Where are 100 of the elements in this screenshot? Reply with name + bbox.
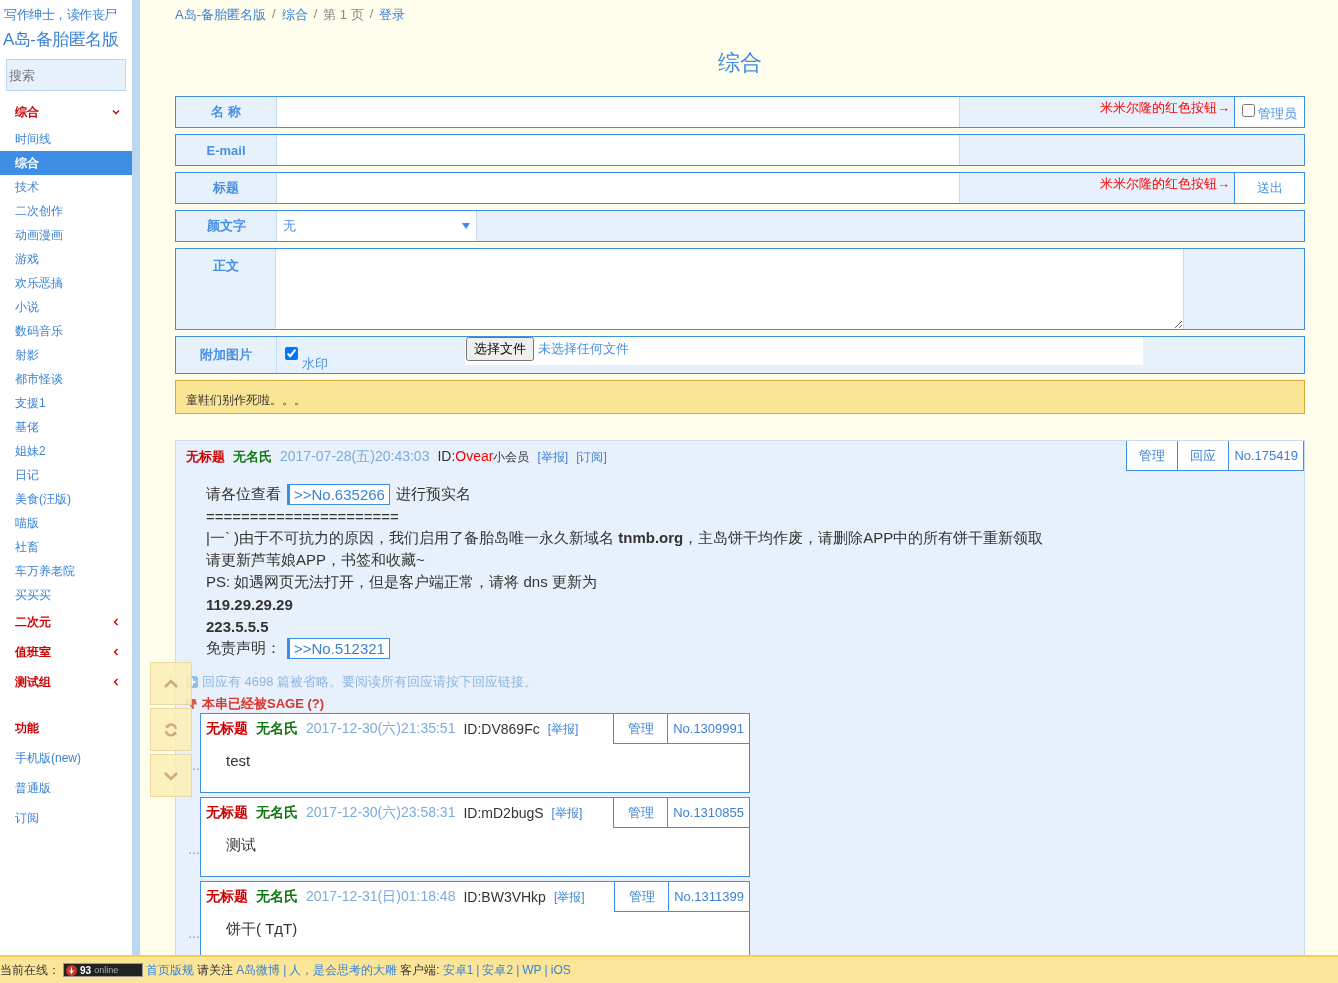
online-label: 当前在线：: [0, 961, 60, 979]
breadcrumb-link[interactable]: 登录: [379, 6, 406, 26]
notice-bar: 童鞋们别作死啦。。。: [175, 380, 1305, 414]
sidebar-item[interactable]: 姐妹2: [0, 439, 132, 463]
sidebar-item[interactable]: 美食(汪版): [0, 487, 132, 511]
sidebar-item[interactable]: 买买买: [0, 583, 132, 607]
sidebar-item[interactable]: 订阅: [0, 803, 132, 833]
post-text: ======================: [206, 507, 399, 525]
quote-link[interactable]: >>No.635266: [287, 483, 390, 505]
sidebar-item[interactable]: 普通版: [0, 773, 132, 803]
post-author: 无名氏: [256, 804, 298, 822]
breadcrumb-separator: /: [313, 6, 318, 23]
post-action-button[interactable]: 回应: [1177, 441, 1230, 471]
checkbox-label: 管理员: [1258, 105, 1297, 123]
watermark-checkbox[interactable]: [285, 347, 298, 360]
sidebar-item[interactable]: 动画漫画: [0, 223, 132, 247]
footer-link[interactable]: |: [516, 963, 520, 977]
post-link[interactable]: [举报]: [537, 448, 569, 466]
send-button[interactable]: 送出: [1234, 173, 1304, 203]
post-id: ID:mD2bugS: [463, 805, 544, 821]
footer-link[interactable]: 首页版规: [146, 961, 195, 979]
refresh-button[interactable]: [150, 708, 192, 751]
post-link[interactable]: [订阅]: [576, 448, 607, 466]
quote-link[interactable]: >>No.512321: [287, 637, 390, 659]
sidebar-item[interactable]: 日记: [0, 463, 132, 487]
scroll-down-button[interactable]: [150, 754, 192, 797]
sidebar-item[interactable]: 综合: [0, 151, 132, 175]
sidebar-item[interactable]: 手机版(new): [0, 743, 132, 773]
footer-link[interactable]: WP: [522, 963, 542, 977]
report-link[interactable]: [举报]: [553, 888, 585, 906]
post-number-button[interactable]: No.1310855: [667, 798, 749, 828]
sidebar-item[interactable]: 车万养老院: [0, 559, 132, 583]
sidebar-item[interactable]: 二次创作: [0, 199, 132, 223]
sidebar-item[interactable]: 小说: [0, 295, 132, 319]
sidebar-item[interactable]: 支援1: [0, 391, 132, 415]
email-field[interactable]: [277, 135, 960, 165]
post-number-button[interactable]: No.1311399: [668, 882, 749, 912]
sidebar-group-header[interactable]: 值班室: [0, 637, 132, 667]
sidebar-item[interactable]: 喵版: [0, 511, 132, 535]
body-field[interactable]: [276, 249, 1184, 329]
breadcrumb-link[interactable]: A岛-备胎匿名版: [175, 6, 266, 26]
manage-button[interactable]: 管理: [613, 798, 668, 828]
report-link[interactable]: [举报]: [547, 720, 579, 738]
post-title: 无标题: [206, 804, 248, 822]
chevron-up-icon: [164, 678, 178, 689]
breadcrumb-separator: /: [272, 6, 276, 23]
post-id: ID:BW3VHkp: [463, 889, 546, 905]
sidebar-group-header[interactable]: 测试组: [0, 667, 132, 697]
chevron-icon: [112, 108, 120, 116]
chevron-icon: [112, 648, 120, 656]
breadcrumb-link[interactable]: 综合: [281, 6, 308, 26]
sidebar-section-header: 功能: [14, 720, 40, 737]
sidebar-item[interactable]: 都市怪谈: [0, 367, 132, 391]
sidebar-item[interactable]: 社畜: [0, 535, 132, 559]
chevron-icon: [112, 618, 120, 626]
manage-button[interactable]: 管理: [613, 714, 668, 744]
footer-link[interactable]: |: [476, 963, 480, 977]
post-title: 无标题: [206, 720, 248, 738]
post-text: 请更新芦苇娘APP，书签和收藏~: [206, 550, 425, 570]
post-text: 223.5.5.5: [206, 617, 269, 635]
footer-link[interactable]: |: [544, 963, 548, 977]
reply-content: 饼干( TдT): [225, 919, 299, 939]
sidebar-group-header[interactable]: 综合: [0, 97, 132, 127]
post-number-button[interactable]: No.1309991: [667, 714, 749, 744]
sidebar-item[interactable]: 技术: [0, 175, 132, 199]
manage-button[interactable]: 管理: [614, 882, 669, 912]
site-title[interactable]: A岛-备胎匿名版: [0, 24, 132, 51]
reply-content: test: [225, 751, 252, 769]
post-text: 进行预实名: [395, 484, 471, 504]
online-counter: 93 online: [63, 963, 144, 977]
sidebar-item[interactable]: 时间线: [0, 127, 132, 151]
choose-file-button[interactable]: 选择文件: [466, 337, 534, 361]
breadcrumb-link[interactable]: 第 1 页: [323, 6, 364, 26]
kaomoji-select[interactable]: 无: [277, 211, 477, 241]
sidebar-item[interactable]: 基佬: [0, 415, 132, 439]
ellipsis-marker: …: [187, 843, 200, 859]
chevron-down-icon: [164, 770, 178, 781]
name-field[interactable]: [277, 97, 960, 127]
scroll-up-button[interactable]: [150, 662, 192, 705]
post-time: 2017-12-30(六)21:35:51: [306, 720, 456, 738]
post-text: 119.29.29.29: [206, 595, 293, 613]
post-number-button[interactable]: No.175419: [1228, 441, 1304, 471]
search-field[interactable]: 搜索: [6, 59, 126, 91]
admin-checkbox[interactable]: [1242, 104, 1255, 117]
footer-link[interactable]: 安卓2: [482, 961, 514, 979]
post-action-button[interactable]: 管理: [1126, 441, 1179, 471]
footer-link[interactable]: 人，是会思考的大雕: [289, 961, 398, 979]
sidebar-item[interactable]: 欢乐恶搞: [0, 271, 132, 295]
footer-link[interactable]: 安卓1: [442, 961, 474, 979]
footer-link[interactable]: A岛微博: [236, 961, 281, 979]
sidebar-item[interactable]: 射影: [0, 343, 132, 367]
footer-link[interactable]: |: [283, 963, 287, 977]
sidebar-item[interactable]: 数码音乐: [0, 319, 132, 343]
title-field[interactable]: [277, 173, 960, 203]
sidebar-group-header[interactable]: 二次元: [0, 607, 132, 637]
report-link[interactable]: [举报]: [551, 804, 583, 822]
ellipsis-marker: …: [187, 927, 200, 943]
sidebar-item[interactable]: 游戏: [0, 247, 132, 271]
post-id: ID:Ovear小会员: [437, 448, 530, 466]
footer-link[interactable]: iOS: [550, 963, 571, 977]
